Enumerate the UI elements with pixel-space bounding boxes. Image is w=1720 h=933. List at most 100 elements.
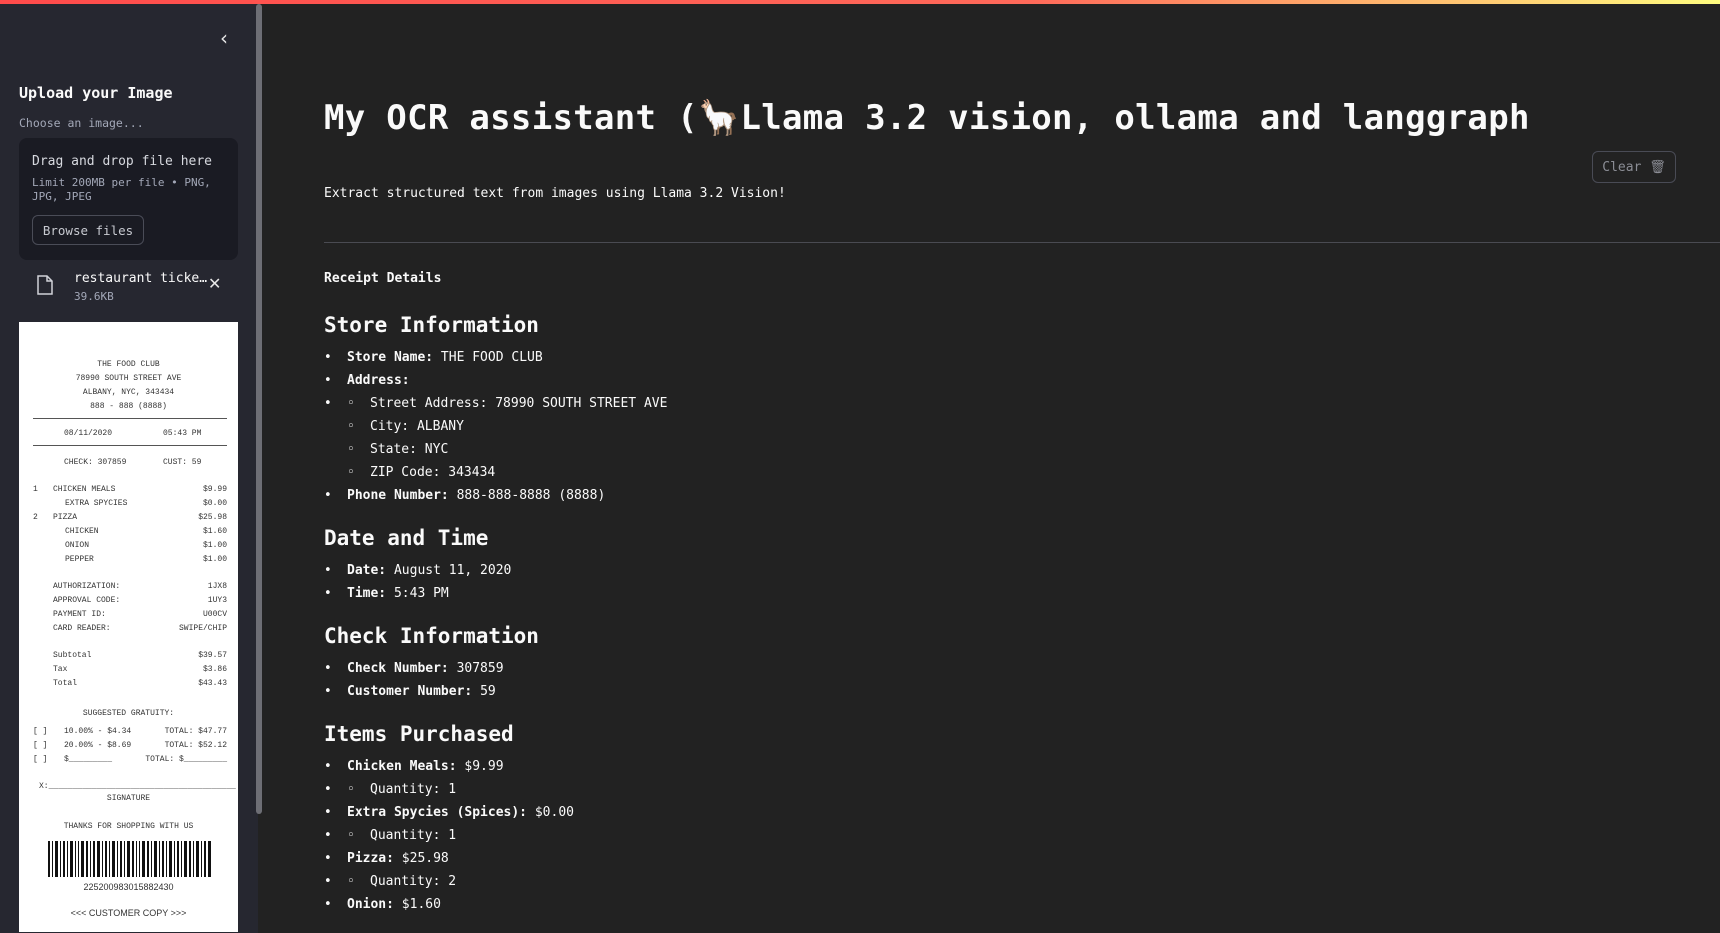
list-item: Chicken Meals: $9.99: [324, 755, 1624, 778]
receipt-auth-value: SWIPE/CHIP: [178, 624, 227, 633]
main-content: My OCR assistant (🦙Llama 3.2 vision, oll…: [262, 4, 1720, 933]
list-item: Quantity: 1: [324, 778, 1624, 801]
receipt-signature: SIGNATURE: [106, 794, 151, 803]
list-item: Quantity: 1: [324, 824, 1624, 847]
receipt-line-name: PIZZA: [53, 513, 78, 522]
receipt-divider: [33, 418, 227, 419]
receipt-line-name: PEPPER: [65, 555, 94, 564]
date-time-list: Date: August 11, 2020 Time: 5:43 PM: [324, 559, 1624, 605]
item-sublist-wrap: Quantity: 1: [324, 824, 1624, 847]
store-info-list: Store Name: THE FOOD CLUB Address: Stree…: [324, 346, 1624, 507]
receipt-cust: CUST: 59: [163, 458, 202, 467]
receipt-details-label: Receipt Details: [324, 271, 442, 286]
store-info-heading: Store Information: [324, 313, 539, 337]
receipt-auth-value: 1JX8: [207, 582, 227, 591]
barcode-image: [48, 841, 211, 877]
item-sublist: Quantity: 1: [324, 824, 1624, 847]
receipt-thanks: THANKS FOR SHOPPING WITH US: [63, 822, 194, 831]
receipt-signature-line: X:______________________________________…: [39, 782, 236, 791]
file-dropzone[interactable]: Drag and drop file here Limit 200MB per …: [19, 138, 238, 260]
close-icon[interactable]: ✕: [208, 274, 221, 293]
receipt-line-name: CHICKEN MEALS: [53, 485, 116, 494]
receipt-auth-key: AUTHORIZATION:: [53, 582, 121, 591]
receipt-auth-key: CARD READER:: [53, 624, 111, 633]
list-item: Date: August 11, 2020: [324, 559, 1624, 582]
receipt-gratuity-title: SUGGESTED GRATUITY:: [82, 709, 175, 718]
receipt-line-price: $1.60: [202, 527, 227, 536]
receipt-line-price: $25.98: [198, 513, 227, 522]
receipt-total-value: $39.57: [198, 651, 227, 660]
receipt-total-key: Total: [53, 679, 78, 688]
page-title: My OCR assistant (🦙Llama 3.2 vision, oll…: [324, 98, 1530, 138]
receipt-gratuity-total: TOTAL: $_________: [145, 755, 227, 764]
divider: [324, 242, 1720, 243]
chevron-left-icon[interactable]: ‹: [212, 26, 236, 50]
list-item: Quantity: 2: [324, 870, 1624, 893]
receipt-address2: ALBANY, NYC, 343434: [82, 388, 175, 397]
receipt-store: THE FOOD CLUB: [97, 360, 160, 369]
list-item: ZIP Code: 343434: [324, 461, 1624, 484]
receipt-auth-key: APPROVAL CODE:: [53, 596, 121, 605]
item-sublist-wrap: Quantity: 1: [324, 778, 1624, 801]
receipt-divider: [33, 445, 227, 446]
receipt-line-qty: 2: [33, 513, 38, 522]
page-subtitle: Extract structured text from images usin…: [324, 186, 786, 201]
list-item: Check Number: 307859: [324, 657, 1624, 680]
receipt-barcode-number: 225200983015882430: [83, 882, 174, 892]
sidebar: ‹ Upload your Image Choose an image... D…: [0, 4, 258, 933]
receipt-line-name: EXTRA SPYCIES: [65, 499, 128, 508]
uploaded-file-name: restaurant ticke…: [74, 271, 208, 286]
receipt-total-value: $43.43: [198, 679, 227, 688]
ocr-result: Store Information Store Name: THE FOOD C…: [324, 304, 1624, 926]
receipt-phone: 888 - 888 (8888): [90, 402, 167, 411]
list-item: Customer Number: 59: [324, 680, 1624, 703]
check-info-heading: Check Information: [324, 624, 539, 648]
uploaded-file-size: 39.6KB: [74, 290, 114, 303]
receipt-total-key: Subtotal: [53, 651, 92, 660]
list-item: State: NYC: [324, 438, 1624, 461]
receipt-total-value: $3.86: [202, 665, 227, 674]
receipt-auth-value: U00CV: [202, 610, 227, 619]
address-sublist-wrap: Street Address: 78990 SOUTH STREET AVE C…: [324, 392, 1624, 484]
item-sublist-wrap: Quantity: 2: [324, 870, 1624, 893]
receipt-line-qty: 1: [33, 485, 38, 494]
list-item: Street Address: 78990 SOUTH STREET AVE: [324, 392, 1624, 415]
dropzone-text: Drag and drop file here: [32, 154, 213, 169]
receipt-line-name: CHICKEN: [65, 527, 99, 536]
receipt-date: 08/11/2020: [64, 429, 113, 438]
receipt-checkbox: [ ]: [33, 727, 48, 736]
receipt-time: 05:43 PM: [163, 429, 202, 438]
list-item: Extra Spycies (Spices): $0.00: [324, 801, 1624, 824]
receipt-footer: <<< CUSTOMER COPY >>>: [70, 908, 187, 918]
item-sublist: Quantity: 1: [324, 778, 1624, 801]
receipt-gratuity-pct: 20.00% - $8.69: [64, 741, 132, 750]
items-heading: Items Purchased: [324, 722, 514, 746]
browse-files-button[interactable]: Browse files: [32, 215, 144, 245]
list-item: Onion: $1.60: [324, 893, 1624, 916]
list-item: Store Name: THE FOOD CLUB: [324, 346, 1624, 369]
check-info-list: Check Number: 307859 Customer Number: 59: [324, 657, 1624, 703]
receipt-line-price: $1.00: [202, 541, 227, 550]
list-item: Pizza: $25.98: [324, 847, 1624, 870]
receipt-gratuity-total: TOTAL: $47.77: [164, 727, 227, 736]
date-time-heading: Date and Time: [324, 526, 489, 550]
receipt-checkbox: [ ]: [33, 741, 48, 750]
file-icon: [37, 275, 53, 295]
receipt-gratuity-total: TOTAL: $52.12: [164, 741, 227, 750]
receipt-line-price: $0.00: [202, 499, 227, 508]
receipt-gratuity-pct: $_________: [64, 755, 113, 764]
receipt-line-name: ONION: [65, 541, 90, 550]
receipt-line-price: $1.00: [202, 555, 227, 564]
clear-button[interactable]: Clear 🗑: [1592, 151, 1676, 183]
receipt-check: CHECK: 307859: [64, 458, 127, 467]
uploader-label: Choose an image...: [19, 116, 144, 130]
receipt-checkbox: [ ]: [33, 755, 48, 764]
receipt-auth-key: PAYMENT ID:: [53, 610, 106, 619]
receipt-auth-value: 1UY3: [207, 596, 227, 605]
receipt-total-key: Tax: [53, 665, 68, 674]
receipt-image: THE FOOD CLUB 78990 SOUTH STREET AVE ALB…: [19, 322, 238, 932]
upload-title: Upload your Image: [19, 84, 173, 102]
list-item: Address:: [324, 369, 1624, 392]
address-sublist: Street Address: 78990 SOUTH STREET AVE C…: [324, 392, 1624, 484]
receipt-line-price: $9.99: [202, 485, 227, 494]
